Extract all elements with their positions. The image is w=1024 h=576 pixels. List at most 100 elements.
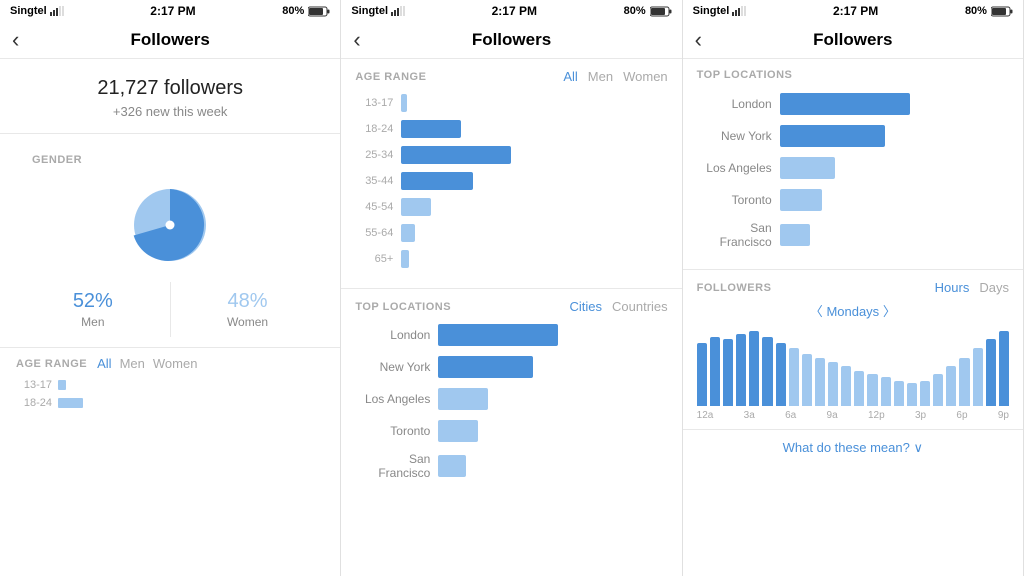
- p3-city-label-0: London: [697, 97, 772, 111]
- panel2-content: AGE RANGE All Men Women 13-17 18-24 25-3…: [341, 59, 681, 576]
- gender-section: GENDER 52% Men 48% Women: [0, 134, 340, 348]
- hour-bar-19: [946, 366, 956, 406]
- age-label-4: 45-54: [355, 201, 393, 213]
- age-tab-men-2[interactable]: Men: [588, 69, 613, 84]
- time-tabs: Hours Days: [935, 280, 1009, 295]
- age-bar-row-1: 18-24: [355, 120, 667, 138]
- age-range-mini-label: AGE RANGE: [16, 358, 87, 370]
- top-loc-title-2: TOP LOCATIONS: [355, 301, 569, 313]
- city-bars-2: London New York Los Angeles Toronto San …: [341, 320, 681, 500]
- nav-header-3: ‹ Followers: [683, 22, 1023, 59]
- page-title-1: Followers: [130, 30, 209, 50]
- hour-bar-11: [841, 366, 851, 406]
- status-right-3: 80%: [965, 5, 1013, 17]
- hour-bar-12: [854, 371, 864, 406]
- age-label-6: 65+: [355, 253, 393, 265]
- hour-bar-21: [973, 348, 983, 406]
- hour-bar-0: [697, 343, 707, 406]
- hour-bar-5: [762, 337, 772, 406]
- time-tab-hours[interactable]: Hours: [935, 280, 970, 295]
- followers-act-title: FOLLOWERS: [697, 282, 935, 294]
- gender-pie-chart: [125, 180, 215, 270]
- p3-city-row-0: London: [697, 93, 1009, 115]
- age-bar-row-6: 65+: [355, 250, 667, 268]
- age-bar-6: [401, 250, 409, 268]
- city-label-0: London: [355, 328, 430, 342]
- time-tab-days[interactable]: Days: [979, 280, 1009, 295]
- loc-tabs-2: Cities Countries: [570, 299, 668, 314]
- city-label-1: New York: [355, 360, 430, 374]
- age-filter-men-mini[interactable]: Men: [120, 356, 145, 371]
- hour-bar-6: [776, 343, 786, 406]
- day-label: 〈 Mondays 〉: [683, 299, 1023, 326]
- age-filter-all-mini[interactable]: All: [97, 356, 111, 371]
- hour-label-3a: 3a: [744, 410, 755, 421]
- followers-new: +326 new this week: [16, 104, 324, 119]
- time-3: 2:17 PM: [833, 4, 878, 18]
- battery-icon-1: [308, 6, 330, 17]
- p3-city-label-1: New York: [697, 129, 772, 143]
- age-bar-row-4: 45-54: [355, 198, 667, 216]
- page-title-2: Followers: [472, 30, 551, 50]
- hour-bar-7: [789, 348, 799, 406]
- p3-city-row-3: Toronto: [697, 189, 1009, 211]
- battery-label-3: 80%: [965, 5, 987, 17]
- carrier-label-2: Singtel: [351, 5, 388, 17]
- battery-label-1: 80%: [282, 5, 304, 17]
- time-1: 2:17 PM: [150, 4, 195, 18]
- hour-label-9p: 9p: [998, 410, 1009, 421]
- chevron-left-icon[interactable]: 〈: [810, 304, 823, 319]
- back-button-3[interactable]: ‹: [695, 29, 702, 51]
- city-row-2: Los Angeles: [355, 388, 667, 410]
- hour-label-6a: 6a: [785, 410, 796, 421]
- chevron-right-icon[interactable]: 〉: [883, 304, 896, 319]
- loc-tab-countries-2[interactable]: Countries: [612, 299, 668, 314]
- age-bar-row-0: 13-17: [355, 94, 667, 112]
- what-mean-link[interactable]: What do these mean? ∨: [683, 429, 1023, 466]
- hour-bar-1: [710, 337, 720, 406]
- followers-count: 21,727 followers: [16, 77, 324, 100]
- mini-bar-label-1: 18-24: [16, 397, 52, 409]
- panel1-content: 21,727 followers +326 new this week GEND…: [0, 59, 340, 576]
- day-name: Mondays: [826, 304, 879, 319]
- mini-bar-label-0: 13-17: [16, 379, 52, 391]
- p3-city-bar-3: [780, 189, 822, 211]
- back-button-1[interactable]: ‹: [12, 29, 19, 51]
- hour-bar-14: [881, 377, 891, 406]
- p3-city-row-2: Los Angeles: [697, 157, 1009, 179]
- city-label-2: Los Angeles: [355, 392, 430, 406]
- age-bar-1: [401, 120, 461, 138]
- pie-container: [16, 180, 324, 270]
- gender-label: GENDER: [16, 142, 324, 172]
- hour-bar-23: [999, 331, 1009, 406]
- status-bar-1: Singtel 2:17 PM 80%: [0, 0, 340, 22]
- status-left-3: Singtel: [693, 5, 747, 17]
- panel-1: Singtel 2:17 PM 80% ‹ Followers: [0, 0, 341, 576]
- age-filter-women-mini[interactable]: Women: [153, 356, 198, 371]
- hour-label-9a: 9a: [827, 410, 838, 421]
- age-tab-women-2[interactable]: Women: [623, 69, 668, 84]
- age-label-1: 18-24: [355, 123, 393, 135]
- women-pct: 48%: [171, 290, 325, 313]
- top-cities-section-label: TOP LOCATIONS: [697, 69, 793, 81]
- city-row-4: San Francisco: [355, 452, 667, 480]
- city-bar-4: [438, 455, 466, 477]
- age-tab-all-2[interactable]: All: [563, 69, 577, 84]
- age-filter-tabs-2: All Men Women: [563, 69, 667, 84]
- wifi-icon-2: [391, 6, 405, 16]
- city-bar-3: [438, 420, 478, 442]
- panel-2: Singtel 2:17 PM 80% ‹ Followers: [341, 0, 682, 576]
- gender-stats: 52% Men 48% Women: [16, 282, 324, 337]
- age-range-section-mini: AGE RANGE All Men Women 13-17 18-24: [0, 348, 340, 425]
- p3-city-bar-2: [780, 157, 835, 179]
- p3-city-bar-4: [780, 224, 810, 246]
- followers-activity-header: FOLLOWERS Hours Days: [683, 270, 1023, 299]
- time-2: 2:17 PM: [492, 4, 537, 18]
- city-bar-2: [438, 388, 488, 410]
- age-bar-4: [401, 198, 431, 216]
- back-button-2[interactable]: ‹: [353, 29, 360, 51]
- city-row-1: New York: [355, 356, 667, 378]
- loc-tab-cities-2[interactable]: Cities: [570, 299, 603, 314]
- age-bar-row-2: 25-34: [355, 146, 667, 164]
- city-label-3: Toronto: [355, 424, 430, 438]
